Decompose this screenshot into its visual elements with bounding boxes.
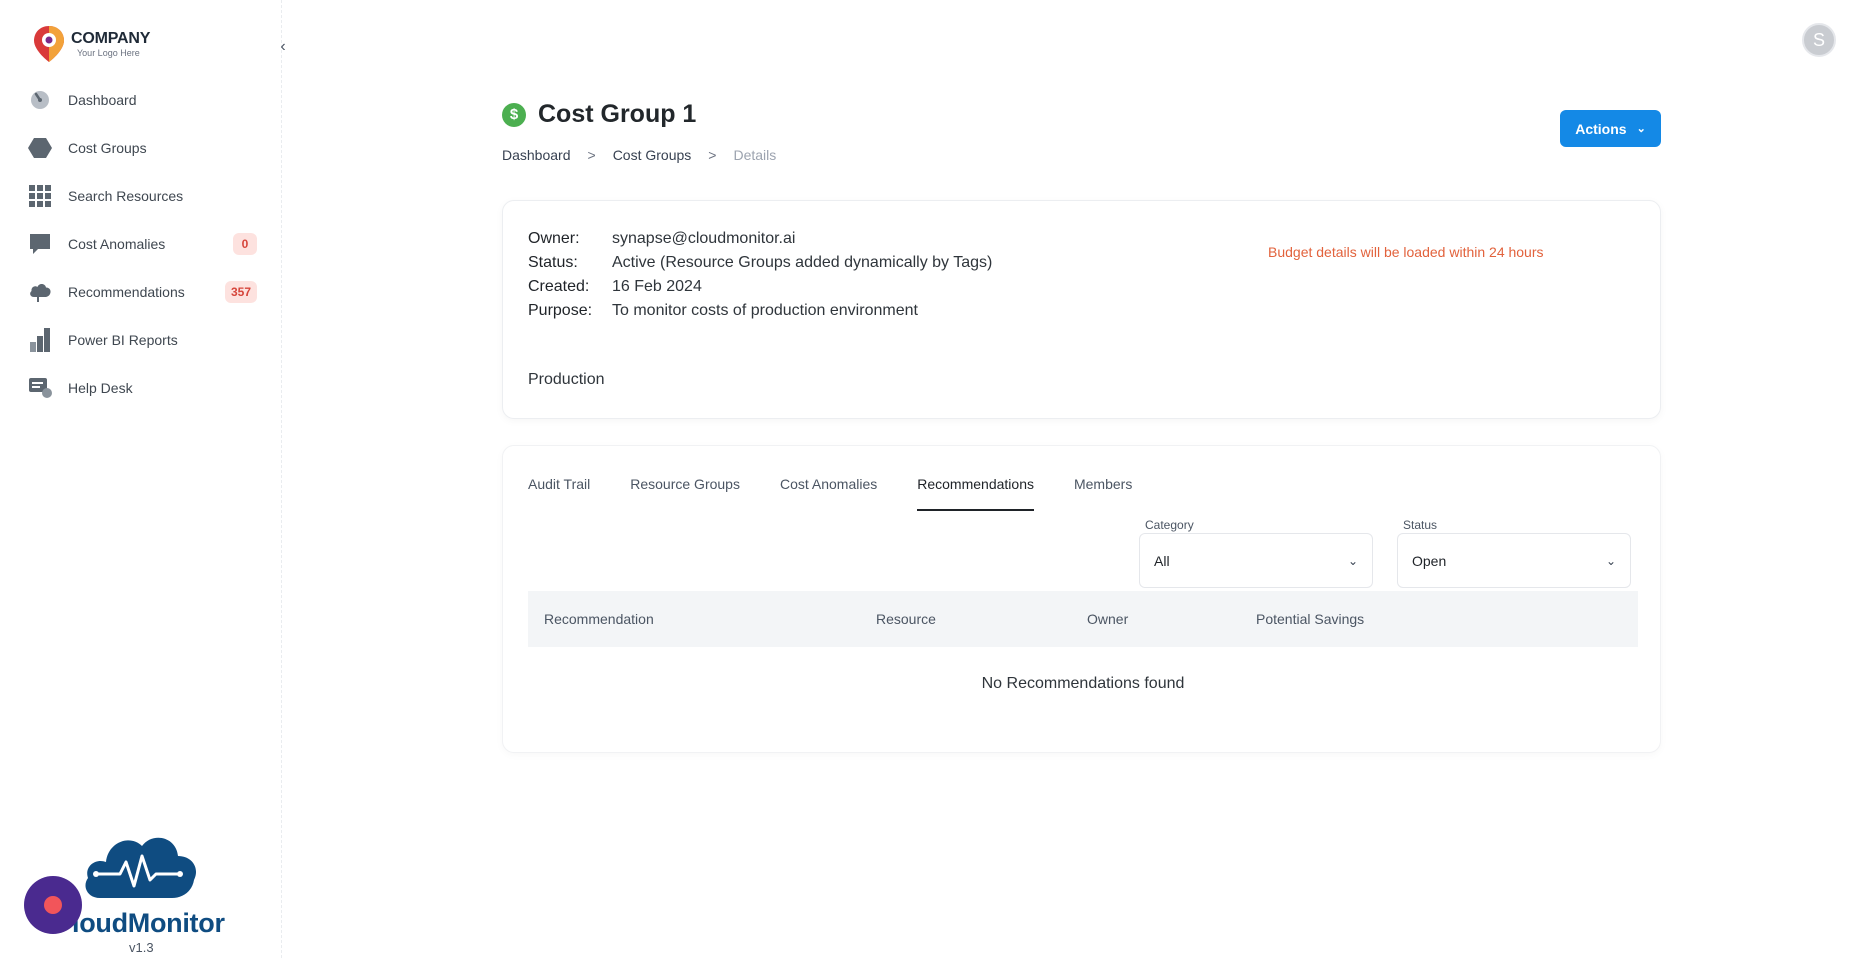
help-desk-icon <box>28 376 52 400</box>
info-value: To monitor costs of production environme… <box>612 302 918 319</box>
tab-resource-groups[interactable]: Resource Groups <box>630 461 740 507</box>
breadcrumb-dashboard[interactable]: Dashboard <box>502 147 571 163</box>
sidebar: COMPANY Your Logo Here ‹ Dashboard Cost … <box>0 0 286 958</box>
chevron-down-icon: ⌄ <box>1605 553 1616 568</box>
sidebar-item-label: Dashboard <box>68 92 137 108</box>
info-row-created: Created: 16 Feb 2024 <box>528 275 992 299</box>
sidebar-item-cost-groups[interactable]: Cost Groups <box>0 124 282 172</box>
company-tagline: Your Logo Here <box>77 47 140 58</box>
column-header-resource[interactable]: Resource <box>876 591 936 647</box>
location-pin-icon <box>31 24 67 64</box>
sidebar-item-help-desk[interactable]: Help Desk <box>0 364 282 412</box>
sidebar-item-search-resources[interactable]: Search Resources <box>0 172 282 220</box>
grid-icon <box>28 184 52 208</box>
chevron-down-icon: ⌄ <box>1347 553 1358 568</box>
tab-audit-trail[interactable]: Audit Trail <box>528 461 590 507</box>
category-select-value: All <box>1154 552 1170 569</box>
info-key: Created: <box>528 278 590 295</box>
company-logo[interactable]: COMPANY Your Logo Here <box>31 24 150 64</box>
bar-chart-icon <box>28 328 52 352</box>
info-details: Owner: synapse@cloudmonitor.ai Status: A… <box>528 227 992 323</box>
category-label: Category <box>1145 518 1194 532</box>
tab-cost-anomalies[interactable]: Cost Anomalies <box>780 461 877 507</box>
page-title: Cost Group 1 <box>538 100 697 128</box>
anomalies-count-badge: 0 <box>233 233 257 255</box>
breadcrumb-separator: > <box>587 147 596 163</box>
breadcrumb-details: Details <box>733 147 777 163</box>
info-value: Active (Resource Groups added dynamicall… <box>612 254 993 271</box>
column-header-potential-savings[interactable]: Potential Savings <box>1256 591 1364 647</box>
breadcrumb-separator: > <box>708 147 717 163</box>
info-row-status: Status: Active (Resource Groups added dy… <box>528 251 992 275</box>
collapse-sidebar-chevron-icon[interactable]: ‹ <box>272 36 294 58</box>
sidebar-item-label: Search Resources <box>68 188 184 204</box>
empty-state-message: No Recommendations found <box>981 675 1185 692</box>
column-header-recommendation[interactable]: Recommendation <box>544 591 654 647</box>
cloudmonitor-logo: loudMonitor <box>72 828 272 938</box>
breadcrumb-cost-groups[interactable]: Cost Groups <box>613 147 692 163</box>
chevron-down-icon: ⌄ <box>1636 123 1646 135</box>
actions-button-label: Actions <box>1575 120 1627 137</box>
status-select[interactable]: Open ⌄ <box>1397 533 1631 588</box>
hexagon-icon <box>28 136 52 160</box>
sidebar-item-label: Help Desk <box>68 380 133 396</box>
cloud-icon <box>28 280 52 304</box>
dashboard-gauge-icon <box>28 88 52 112</box>
recommendations-table: Recommendation Resource Owner Potential … <box>528 591 1638 693</box>
tab-bar: Audit Trail Resource Groups Cost Anomali… <box>528 461 1172 511</box>
info-value: synapse@cloudmonitor.ai <box>612 230 796 247</box>
info-key: Status: <box>528 254 578 271</box>
sidebar-nav: Dashboard Cost Groups Search Resources C… <box>0 76 282 412</box>
sidebar-item-label: Cost Groups <box>68 140 147 156</box>
app-version: v1.3 <box>129 940 154 955</box>
breadcrumb: Dashboard > Cost Groups > Details <box>502 147 776 163</box>
recommendations-count-badge: 357 <box>224 281 257 303</box>
tab-recommendations[interactable]: Recommendations <box>917 461 1034 511</box>
sidebar-item-label: Power BI Reports <box>68 332 178 348</box>
status-label: Status <box>1403 518 1438 532</box>
sidebar-item-power-bi-reports[interactable]: Power BI Reports <box>0 316 282 364</box>
cost-group-info-card: Owner: synapse@cloudmonitor.ai Status: A… <box>502 200 1661 419</box>
table-header: Recommendation Resource Owner Potential … <box>528 591 1638 647</box>
company-name: COMPANY <box>71 29 151 47</box>
info-row-owner: Owner: synapse@cloudmonitor.ai <box>528 227 992 251</box>
actions-dropdown-button[interactable]: Actions ⌄ <box>1560 110 1661 147</box>
sidebar-item-cost-anomalies[interactable]: Cost Anomalies 0 <box>0 220 282 268</box>
chat-dot-icon <box>44 896 62 914</box>
category-filter: All ⌄ Category <box>1139 518 1373 588</box>
chat-widget-button[interactable] <box>24 876 82 934</box>
sidebar-item-label: Recommendations <box>68 284 185 300</box>
info-key: Purpose: <box>528 302 593 319</box>
category-select[interactable]: All ⌄ <box>1139 533 1373 588</box>
budget-notice: Budget details will be loaded within 24 … <box>1268 244 1544 260</box>
page-header: $ Cost Group 1 <box>502 100 696 129</box>
tab-members[interactable]: Members <box>1074 461 1132 507</box>
info-value: 16 Feb 2024 <box>612 278 702 295</box>
chat-bubble-icon <box>28 232 52 256</box>
sidebar-item-label: Cost Anomalies <box>68 236 166 252</box>
sidebar-item-dashboard[interactable]: Dashboard <box>0 76 282 124</box>
info-row-purpose: Purpose: To monitor costs of production … <box>528 299 992 323</box>
brand-name: loudMonitor <box>72 908 225 938</box>
cloud-heartbeat-icon <box>85 837 197 898</box>
sidebar-item-recommendations[interactable]: Recommendations 357 <box>0 268 282 316</box>
info-key: Owner: <box>528 230 580 247</box>
status-filter: Open ⌄ Status <box>1397 518 1631 588</box>
tabs-card: Audit Trail Resource Groups Cost Anomali… <box>502 445 1661 753</box>
column-header-owner[interactable]: Owner <box>1087 591 1128 647</box>
dollar-icon: $ <box>502 102 526 127</box>
status-select-value: Open <box>1412 552 1447 569</box>
user-avatar[interactable]: S <box>1802 23 1836 57</box>
environment-tag: Production <box>528 371 605 388</box>
